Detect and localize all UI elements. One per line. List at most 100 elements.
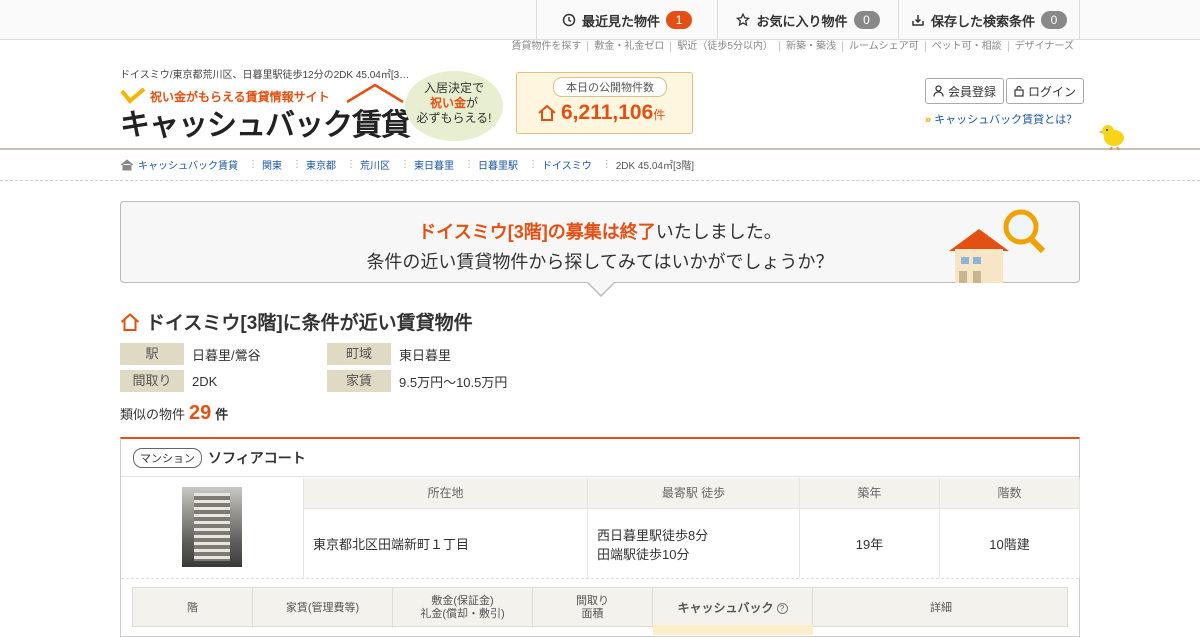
sublink[interactable]: デザイナーズ (1007, 41, 1080, 52)
condition-layout: 間取り 2DK (120, 370, 217, 392)
breadcrumb-separator: ⋮ (464, 159, 474, 170)
similar-label: 類似の物件 (120, 407, 186, 422)
header-address: 所在地 (304, 478, 588, 508)
help-icon[interactable]: ? (776, 602, 788, 614)
property-floors: 10階建 (940, 508, 1080, 578)
property-photo[interactable] (182, 487, 242, 567)
header-age: 築年 (800, 478, 940, 508)
notice-highlight: ドイスミウ[3階]の募集は終了 (418, 222, 656, 242)
breadcrumb-separator: ⋮ (601, 159, 612, 170)
register-label: 会員登録 (948, 84, 997, 99)
saved-count-badge: 0 (1041, 11, 1067, 29)
listing-count: 6,211,106件 (561, 101, 665, 125)
section-title: ドイスミウ[3階]に条件が近い賃貸物件 (120, 308, 473, 335)
sublink[interactable]: 賃貸物件を探す (505, 41, 587, 52)
double-chevron-icon: » (925, 114, 932, 126)
condition-value: 東日暮里 (399, 347, 452, 363)
saved-search-button[interactable]: 保存した検索条件 0 (899, 0, 1080, 40)
sublink[interactable]: 新築・築浅 (778, 41, 842, 52)
house-outline-icon (120, 312, 140, 331)
lock-icon (1014, 85, 1024, 97)
about-link[interactable]: » キャッシュバック賃貸とは？ (925, 111, 1077, 127)
sub-links: 賃貸物件を探す 敷金・礼金ゼロ 駅近（徒歩5分以内） 新築・築浅 ルームシェア可… (505, 41, 1080, 52)
sublink[interactable]: 敷金・礼金ゼロ (587, 41, 670, 52)
header-floors: 階数 (940, 478, 1080, 508)
bubble-line: 必ずもらえる! (416, 111, 492, 125)
sublink[interactable]: ペット可・相談 (924, 41, 1008, 52)
condition-key: 家賃 (327, 370, 391, 392)
condition-value: 日暮里/鶯谷 (192, 347, 261, 363)
condition-value: 2DK (192, 373, 218, 389)
similar-unit: 件 (215, 407, 229, 422)
breadcrumb-item[interactable]: 荒川区 (360, 157, 400, 172)
room-header-layout: 間取り 面積 (533, 588, 653, 628)
user-icon (933, 85, 944, 97)
breadcrumb-item[interactable]: キャッシュバック賃貸 (138, 157, 248, 172)
bubble-suffix: が (466, 96, 479, 110)
sublink[interactable]: ルームシェア可 (841, 41, 925, 52)
house-icon (538, 104, 556, 121)
room-header-deposit-line: 礼金(償却・敷引) (420, 608, 505, 620)
breadcrumb-item[interactable]: ドイスミウ (542, 157, 602, 172)
recent-viewed-label: 最近見た物件 (581, 13, 660, 29)
room-header-rent: 家賃(管理費等) (253, 588, 393, 628)
top-nav: 最近見た物件 1 お気に入り物件 0 保存した検索条件 0 (536, 0, 1080, 40)
divider (121, 578, 1079, 579)
breadcrumb-item[interactable]: 関東 (262, 157, 292, 172)
similar-count: 類似の物件 29 件 (120, 402, 228, 425)
download-icon (912, 15, 924, 26)
clock-icon (562, 13, 576, 27)
saved-search-label: 保存した検索条件 (930, 13, 1035, 29)
about-label: キャッシュバック賃貸とは？ (934, 114, 1078, 126)
logo-text: キャッシュバック賃貸 (120, 109, 411, 142)
listing-ended-notice: ドイスミウ[3階]の募集は終了いたしました。 条件の近い賃貸物件から探してみては… (120, 201, 1080, 297)
sublink[interactable]: 駅近（徒歩5分以内） (670, 41, 779, 52)
breadcrumb-current: 2DK 45.04㎡[3階] (615, 161, 695, 172)
login-label: ログイン (1028, 84, 1077, 99)
recent-viewed-button[interactable]: 最近見た物件 1 (537, 0, 718, 40)
station-line: 西日暮里駅徒歩8分 (597, 527, 709, 543)
room-table-header: 階 家賃(管理費等) 敷金(保証金) 礼金(償却・敷引) 間取り 面積 キャッシュバ… (132, 587, 1068, 628)
condition-rent: 家賃 9.5万円～10.5万円 (327, 370, 507, 392)
room-header-deposit: 敷金(保証金) 礼金(償却・敷引) (393, 588, 533, 628)
register-button[interactable]: 会員登録 (925, 78, 1005, 104)
property-name-row: マンション ソフィアコート (121, 439, 1079, 477)
house-search-illustration (949, 209, 1045, 283)
bubble-line: 入居決定で (423, 81, 484, 95)
header-station: 最寄駅 徒歩 (588, 478, 800, 508)
property-name[interactable]: ソフィアコート (208, 448, 306, 468)
top-bar: 最近見た物件 1 お気に入り物件 0 保存した検索条件 0 (0, 0, 1200, 40)
bubble-highlight: 祝い金 (429, 96, 466, 110)
notice-pointer-fill (588, 282, 614, 295)
condition-key: 間取り (120, 370, 184, 392)
similar-number: 29 (189, 402, 212, 424)
property-card[interactable]: マンション ソフィアコート 所在地 最寄駅 徒歩 築年 階数 東京都北区田端新町… (120, 437, 1080, 637)
favorites-count-badge: 0 (853, 11, 880, 29)
breadcrumb-item[interactable]: 東日暮里 (414, 157, 464, 172)
notice-line2: 条件の近い賃貸物件から探してみてはいかがでしょうか？ (366, 252, 834, 272)
room-header-cashback-label: キャッシュバック (677, 600, 774, 615)
room-header-layout-line: 面積 (581, 608, 604, 620)
login-button[interactable]: ログイン (1006, 78, 1085, 104)
recent-count-badge: 1 (666, 11, 692, 29)
room-header-cashback: キャッシュバック? (653, 588, 813, 628)
property-stations: 西日暮里駅徒歩8分 田端駅徒歩10分 (588, 508, 800, 578)
condition-station: 駅日暮里/鶯谷 (120, 343, 261, 365)
favorites-button[interactable]: お気に入り物件 0 (718, 0, 899, 40)
listing-count-label: 本日の公開物件数 (553, 77, 667, 97)
listing-count-value: 6,211,106 (561, 101, 654, 124)
notice-line1: ドイスミウ[3階]の募集は終了いたしました。 (121, 218, 1079, 244)
section-title-text: ドイスミウ[3階]に条件が近い賃貸物件 (146, 313, 473, 334)
breadcrumb-item[interactable]: 東京都 (306, 157, 346, 172)
breadcrumb-item[interactable]: 日暮里駅 (478, 157, 528, 172)
condition-value: 9.5万円～10.5万円 (399, 374, 508, 390)
notice-rest: いたしました。 (655, 222, 782, 242)
property-type-tag: マンション (133, 447, 202, 468)
room-header-layout-line: 間取り (576, 595, 609, 607)
breadcrumb: キャッシュバック賃貸 ⋮ 関東 ⋮ 東京都 ⋮ 荒川区 ⋮ 東日暮里 ⋮ 日暮里駅 ⋮ ドイ… (0, 149, 1200, 181)
home-icon (120, 158, 134, 170)
condition-key: 駅 (120, 343, 184, 365)
cashback-cell (653, 625, 813, 635)
condition-town: 町域 東日暮里 (327, 343, 451, 365)
breadcrumb-separator: ⋮ (346, 159, 356, 170)
